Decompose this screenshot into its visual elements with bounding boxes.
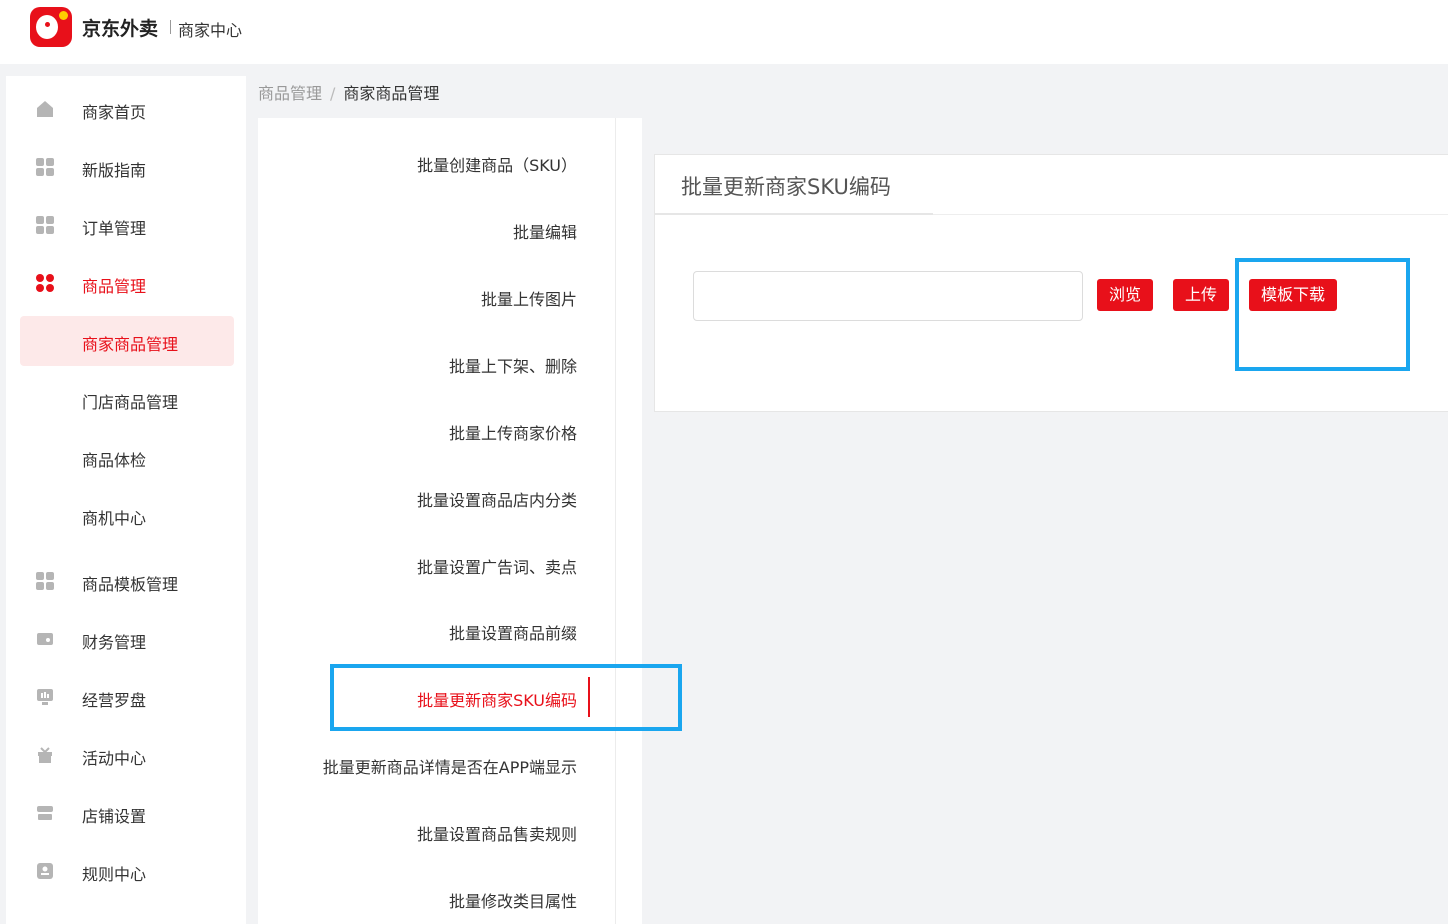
sidebar-item-templates[interactable]: 商品模板管理	[20, 556, 234, 606]
sidebar: 商家首页 新版指南 订单管理 商品管理 商家商品管理 门店商品管理 商品体检 商…	[6, 76, 246, 924]
sidebar-subitem-store-products[interactable]: 门店商品管理	[20, 374, 234, 424]
breadcrumb-current: 商家商品管理	[343, 84, 440, 103]
sidebar-subitem-opportunity[interactable]: 商机中心	[20, 490, 234, 540]
sidebar-item-products[interactable]: 商品管理	[20, 258, 234, 308]
sidebar-item-label: 商品管理	[82, 277, 147, 296]
sidebar-item-guide[interactable]: 新版指南	[20, 142, 234, 192]
submenu-item-batch-upload-images[interactable]: 批量上传图片	[481, 286, 577, 310]
sidebar-item-label: 新版指南	[82, 161, 147, 180]
sidebar-item-compass[interactable]: 经营罗盘	[20, 672, 234, 722]
sidebar-item-label: 商品体检	[82, 451, 147, 470]
grid-icon	[36, 158, 54, 176]
sidebar-item-home[interactable]: 商家首页	[20, 84, 234, 134]
batch-operations-menu: 批量创建商品（SKU） 批量编辑 批量上传图片 批量上下架、删除 批量上传商家价…	[258, 118, 616, 924]
content-area: 批量创建商品（SKU） 批量编辑 批量上传图片 批量上下架、删除 批量上传商家价…	[258, 118, 1448, 924]
file-path-input[interactable]	[693, 271, 1083, 321]
brand-subtitle: 商家中心	[178, 21, 243, 40]
sidebar-item-label: 经营罗盘	[82, 691, 147, 710]
gift-icon	[38, 747, 52, 763]
submenu-item-batch-sale-rules[interactable]: 批量设置商品售卖规则	[417, 821, 577, 845]
sidebar-item-label: 订单管理	[82, 219, 147, 238]
sidebar-item-label: 商家首页	[82, 103, 147, 122]
submenu-item-batch-category-attrs[interactable]: 批量修改类目属性	[449, 888, 577, 912]
highlight-box-submenu	[330, 664, 682, 731]
breadcrumb: 商品管理 / 商家商品管理	[258, 80, 439, 104]
breadcrumb-parent[interactable]: 商品管理	[258, 84, 322, 103]
submenu-item-batch-prefix[interactable]: 批量设置商品前缀	[449, 620, 577, 644]
submenu-item-batch-edit[interactable]: 批量编辑	[513, 219, 577, 243]
sidebar-item-label: 商品模板管理	[82, 575, 179, 594]
submenu-item-batch-upload-price[interactable]: 批量上传商家价格	[449, 420, 577, 444]
tab-underline	[655, 213, 933, 215]
monitor-icon	[37, 689, 53, 705]
upload-button[interactable]: 上传	[1173, 279, 1230, 311]
sidebar-item-label: 财务管理	[82, 633, 147, 652]
sidebar-item-store-settings[interactable]: 店铺设置	[20, 788, 234, 838]
breadcrumb-separator: /	[330, 84, 336, 103]
sidebar-item-rules[interactable]: 规则中心	[20, 846, 234, 896]
grid-icon	[36, 274, 54, 292]
grid-icon	[36, 216, 54, 234]
jd-waimai-logo-icon[interactable]	[30, 7, 72, 47]
brand-name: 京东外卖	[82, 18, 159, 40]
brand-divider	[170, 20, 171, 34]
sidebar-item-label: 商机中心	[82, 509, 147, 528]
submenu-item-batch-store-category[interactable]: 批量设置商品店内分类	[417, 487, 577, 511]
wallet-icon	[37, 633, 53, 645]
submenu-item-batch-shelf-delete[interactable]: 批量上下架、删除	[449, 353, 577, 377]
browse-button[interactable]: 浏览	[1097, 279, 1154, 311]
sidebar-item-orders[interactable]: 订单管理	[20, 200, 234, 250]
top-bar: 京东外卖 商家中心	[0, 0, 1448, 64]
right-pane: 批量更新商家SKU编码 浏览 上传 模板下载	[642, 118, 1448, 924]
sidebar-item-label: 店铺设置	[82, 807, 147, 826]
sidebar-item-activities[interactable]: 活动中心	[20, 730, 234, 780]
sidebar-item-label: 活动中心	[82, 749, 147, 768]
grid-icon	[36, 572, 54, 590]
card-title: 批量更新商家SKU编码	[681, 175, 891, 199]
submenu-item-batch-detail-app-display[interactable]: 批量更新商品详情是否在APP端显示	[323, 754, 577, 778]
sidebar-item-label: 规则中心	[82, 865, 147, 884]
highlight-box-template-download	[1235, 258, 1410, 371]
submenu-item-batch-ad-words[interactable]: 批量设置广告词、卖点	[417, 554, 577, 578]
store-icon	[37, 806, 53, 820]
sidebar-subitem-merchant-products[interactable]: 商家商品管理	[20, 316, 234, 366]
rule-icon	[37, 863, 53, 879]
sidebar-item-label: 商家商品管理	[82, 335, 179, 354]
sidebar-item-finance[interactable]: 财务管理	[20, 614, 234, 664]
submenu-item-batch-create[interactable]: 批量创建商品（SKU）	[417, 152, 577, 176]
home-icon	[37, 101, 53, 117]
sidebar-subitem-product-check[interactable]: 商品体检	[20, 432, 234, 482]
sidebar-item-label: 门店商品管理	[82, 393, 179, 412]
